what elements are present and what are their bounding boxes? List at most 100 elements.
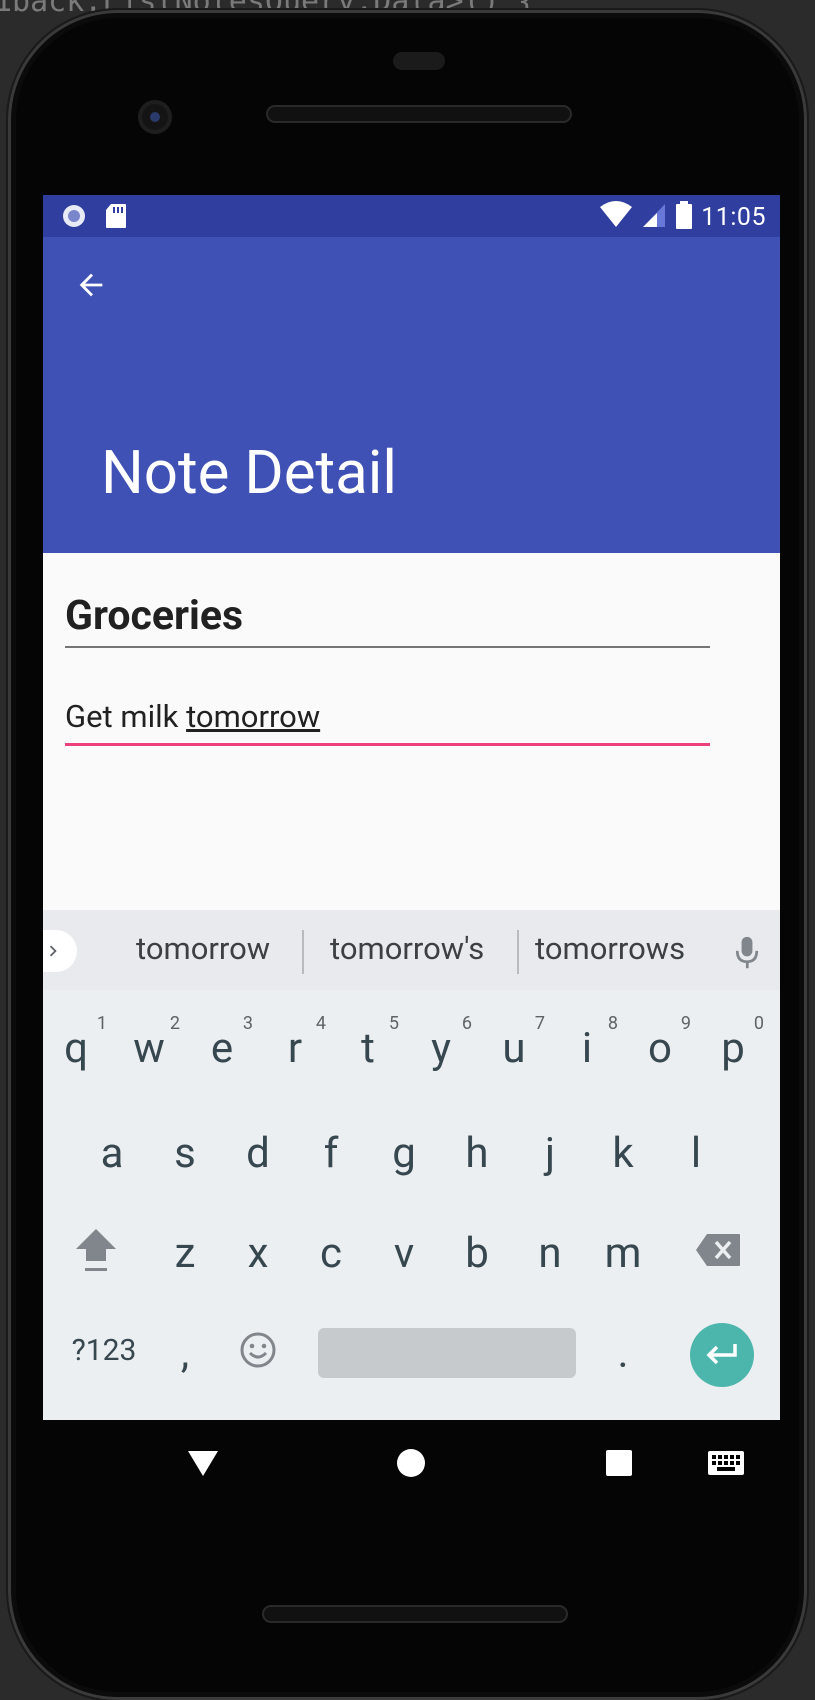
key-label: b [465,1228,489,1278]
circle-icon [397,1449,425,1477]
soft-keyboard: tomorrow tomorrow's tomorrows 1q 2w 3e 4… [43,910,780,1420]
suggestion-2[interactable]: tomorrow's [330,930,484,967]
key-o[interactable]: 9o [627,1005,693,1085]
emoji-icon [240,1332,276,1368]
suggestion-divider [517,930,519,974]
cell-signal-icon [641,201,667,233]
wifi-icon [599,201,633,233]
key-label: c [320,1228,342,1278]
key-label: z [174,1228,196,1278]
key-g[interactable]: g [371,1110,437,1190]
page-title: Note Detail [101,437,397,508]
key-hint: 2 [169,1013,180,1034]
keyboard-switch-button[interactable] [706,1449,746,1477]
status-clock: 11:05 [701,202,766,232]
backspace-icon [696,1234,740,1266]
key-k[interactable]: k [590,1110,656,1190]
note-body-input: Get milk tomorrow [65,695,710,739]
comma-key[interactable]: , [152,1310,218,1390]
back-button[interactable] [67,261,115,309]
key-l[interactable]: l [663,1110,729,1190]
key-p[interactable]: 0p [700,1005,766,1085]
key-b[interactable]: b [444,1210,510,1290]
emoji-key[interactable] [225,1310,291,1390]
key-label: . [617,1328,629,1378]
key-label: i [581,1023,593,1073]
key-e[interactable]: 3e [189,1005,255,1085]
nav-back-button[interactable] [186,1448,220,1478]
top-speaker [266,105,572,123]
key-label: f [323,1128,339,1178]
key-n[interactable]: n [517,1210,583,1290]
suggestion-1[interactable]: tomorrow [136,930,270,967]
key-label: m [604,1228,642,1278]
key-label: w [133,1023,165,1073]
key-t[interactable]: 5t [335,1005,401,1085]
key-label: p [721,1023,745,1073]
key-label: x [247,1228,269,1278]
key-label: k [612,1128,634,1178]
bottom-speaker [262,1605,568,1623]
key-label: s [174,1128,196,1178]
key-label: , [180,1328,190,1378]
key-v[interactable]: v [371,1210,437,1290]
key-h[interactable]: h [444,1110,510,1190]
key-i[interactable]: 8i [554,1005,620,1085]
note-title-input: Groceries [65,592,244,640]
key-label: t [361,1023,375,1073]
key-w[interactable]: 2w [116,1005,182,1085]
note-body-field[interactable]: Get milk tomorrow [65,695,710,746]
key-label: e [210,1023,234,1073]
key-a[interactable]: a [79,1110,145,1190]
backspace-key[interactable] [685,1210,751,1290]
enter-icon [706,1344,737,1365]
square-icon [606,1450,632,1476]
key-label: d [246,1128,270,1178]
earpiece [393,52,445,70]
key-z[interactable]: z [152,1210,218,1290]
key-label: y [431,1023,451,1073]
key-label: v [393,1228,415,1278]
key-hint: 5 [388,1013,399,1034]
composing-word: tomorrow [186,698,321,735]
enter-key[interactable] [690,1323,754,1387]
shift-key[interactable] [63,1210,129,1290]
nav-home-button[interactable] [396,1448,426,1478]
key-j[interactable]: j [517,1110,583,1190]
record-indicator-icon [61,203,87,233]
key-y[interactable]: 6y [408,1005,474,1085]
suggestion-divider [302,930,304,974]
key-q[interactable]: 1q [43,1005,109,1085]
suggestion-3[interactable]: tomorrows [535,930,685,967]
period-key[interactable]: . [590,1310,656,1390]
sd-card-icon [105,203,127,233]
key-label: q [64,1023,88,1073]
expand-suggestions-button[interactable] [43,930,77,972]
key-f[interactable]: f [298,1110,364,1190]
key-u[interactable]: 7u [481,1005,547,1085]
spacebar[interactable] [318,1328,576,1378]
key-label: o [648,1023,672,1073]
arrow-back-icon [79,273,103,297]
nav-recents-button[interactable] [604,1448,634,1478]
key-label: j [544,1128,556,1178]
key-m[interactable]: m [590,1210,656,1290]
voice-input-button[interactable] [727,932,767,972]
battery-icon [675,200,693,234]
status-bar: 11:05 [43,195,780,237]
key-c[interactable]: c [298,1210,364,1290]
key-hint: 3 [242,1013,253,1034]
key-hint: 0 [753,1013,764,1034]
key-x[interactable]: x [225,1210,291,1290]
app-bar: Note Detail [43,237,780,553]
symbols-key[interactable]: ?123 [63,1310,145,1390]
key-label: r [287,1023,303,1073]
triangle-down-icon [188,1451,218,1476]
key-r[interactable]: 4r [262,1005,328,1085]
key-hint: 8 [607,1013,618,1034]
key-d[interactable]: d [225,1110,291,1190]
note-title-field[interactable]: Groceries [65,590,710,648]
key-s[interactable]: s [152,1110,218,1190]
key-hint: 9 [680,1013,691,1034]
key-hint: 6 [461,1013,472,1034]
